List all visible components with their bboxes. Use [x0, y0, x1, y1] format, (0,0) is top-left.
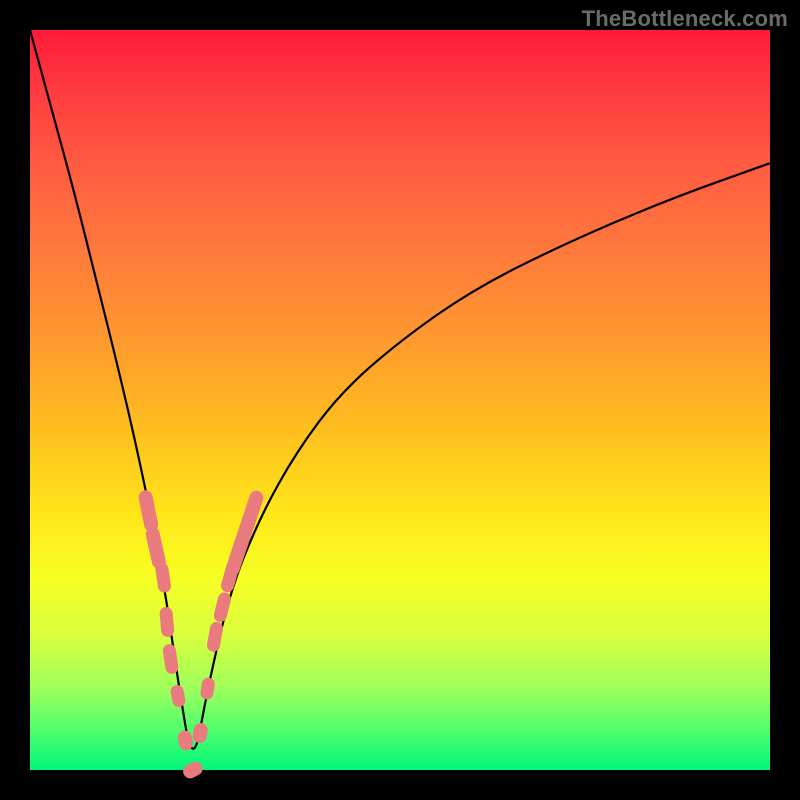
highlight-marker — [181, 759, 205, 780]
highlight-marker — [155, 562, 172, 594]
bottleneck-curve-svg — [30, 30, 770, 770]
highlight-marker — [200, 677, 216, 701]
watermark-text: TheBottleneck.com — [582, 6, 788, 32]
highlight-marker — [162, 643, 179, 675]
highlight-marker — [239, 489, 266, 533]
highlight-markers — [137, 489, 265, 781]
highlight-marker — [170, 684, 187, 708]
highlight-marker — [212, 591, 232, 623]
plot-area — [30, 30, 770, 770]
highlight-marker — [206, 621, 224, 653]
chart-frame: TheBottleneck.com — [0, 0, 800, 800]
bottleneck-curve — [30, 30, 770, 749]
highlight-marker — [137, 489, 159, 533]
highlight-marker — [159, 606, 175, 637]
highlight-marker — [192, 722, 209, 744]
